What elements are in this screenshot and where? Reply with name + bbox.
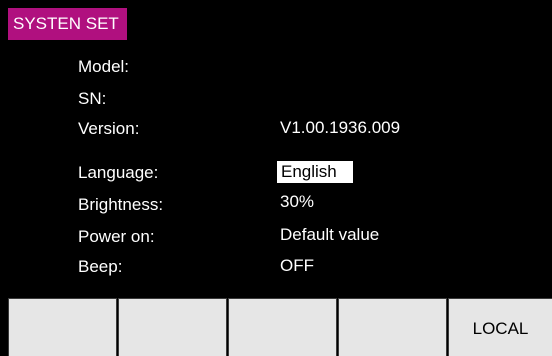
- brightness-value[interactable]: 30%: [280, 191, 314, 213]
- language-label: Language:: [78, 163, 159, 182]
- local-softkey[interactable]: LOCAL: [448, 298, 552, 356]
- version-value: V1.00.1936.009: [280, 118, 401, 137]
- softkey-4[interactable]: [338, 298, 447, 356]
- power-on-label: Power on:: [78, 227, 155, 246]
- softkey-bar: LOCAL: [8, 298, 552, 356]
- beep-label: Beep:: [78, 257, 123, 276]
- language-value[interactable]: English: [277, 161, 353, 183]
- softkey-1[interactable]: [8, 298, 117, 356]
- softkey-2[interactable]: [118, 298, 227, 356]
- version-label: Version:: [78, 119, 140, 138]
- screen-title: SYSTEN SET: [8, 8, 127, 40]
- model-label: Model:: [78, 57, 130, 76]
- beep-value[interactable]: OFF: [280, 255, 314, 277]
- brightness-label: Brightness:: [78, 195, 164, 214]
- system-set-screen: SYSTEN SET Model: SN: Version: V1.00.193…: [0, 0, 552, 356]
- power-on-value[interactable]: Default value: [280, 224, 379, 246]
- softkey-3[interactable]: [228, 298, 337, 356]
- sn-label: SN:: [78, 89, 107, 108]
